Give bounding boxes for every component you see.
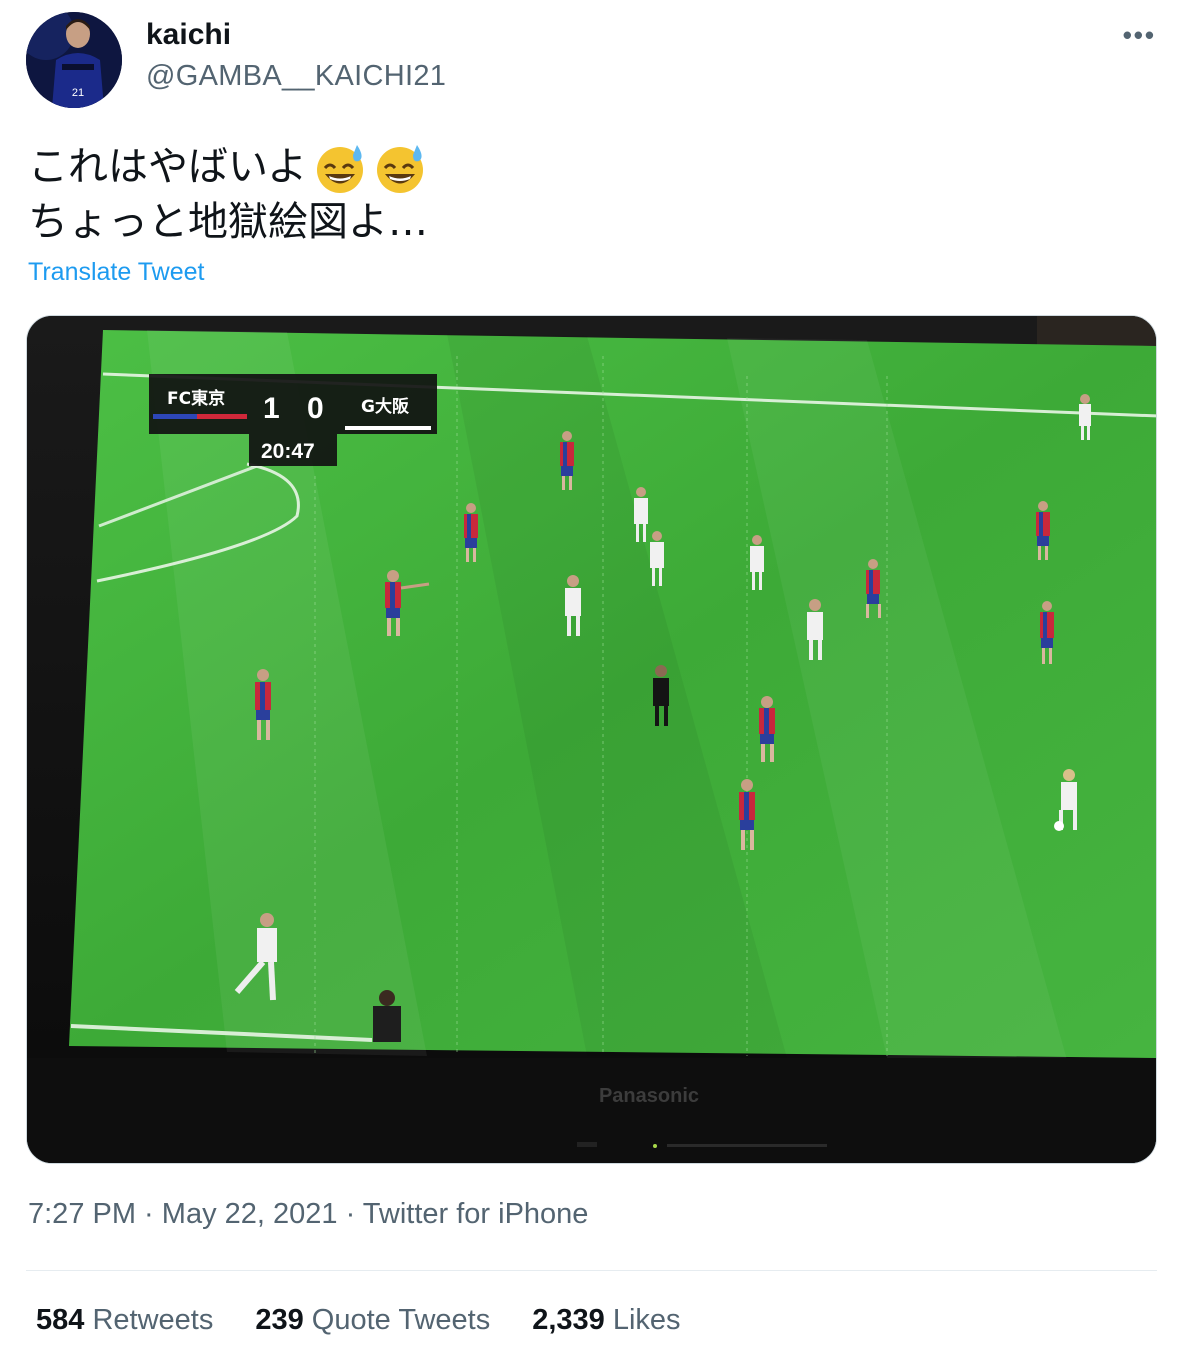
display-name[interactable]: kaichi [146,18,231,52]
tweet-line-2: ちょっと地獄絵図よ… [28,195,428,250]
tweet-date[interactable]: May 22, 2021 [162,1198,338,1230]
user-handle[interactable]: @GAMBA__KAICHI21 [146,60,446,93]
tv-photo: FC東京 1 0 G大阪 20:47 Panasonic [27,316,1156,1163]
avatar-image: 21 [26,12,122,108]
tweet-line-1-text: これはやばいよ [28,144,308,190]
retweets-stat[interactable]: 584 Retweets [36,1304,213,1337]
quote-tweets-stat[interactable]: 239 Quote Tweets [255,1304,490,1337]
svg-text:21: 21 [72,87,84,99]
tweet-line-2-text: ちょっと地獄絵図よ… [28,199,428,245]
tweet-photo[interactable]: FC東京 1 0 G大阪 20:47 Panasonic [26,315,1157,1164]
meta-separator: · [337,1198,363,1230]
sweat-smile-icon [377,144,424,193]
meta-separator: · [136,1198,162,1230]
tweet-source[interactable]: Twitter for iPhone [363,1198,589,1230]
tweet-meta: 7:27 PM · May 22, 2021 · Twitter for iPh… [28,1198,588,1231]
svg-text:20:47: 20:47 [261,440,315,463]
svg-text:1: 1 [263,392,280,425]
tweet-time[interactable]: 7:27 PM [28,1198,136,1230]
svg-text:0: 0 [307,392,324,425]
avatar[interactable]: 21 [26,12,122,108]
sweat-smile-icon [317,144,364,193]
likes-label: Likes [612,1304,681,1336]
quote-tweets-count: 239 [255,1304,304,1336]
retweets-label: Retweets [92,1304,214,1336]
tv-brand: Panasonic [599,1085,699,1107]
tweet-line-1: これはやばいよ [28,140,428,195]
svg-text:FC東京: FC東京 [167,388,225,409]
divider [26,1270,1157,1271]
likes-stat[interactable]: 2,339 Likes [532,1304,680,1337]
svg-text:G大阪: G大阪 [361,396,409,417]
retweets-count: 584 [36,1304,85,1336]
translate-tweet-link[interactable]: Translate Tweet [28,258,204,287]
likes-count: 2,339 [532,1304,605,1336]
engagement-stats: 584 Retweets 239 Quote Tweets 2,339 Like… [36,1304,681,1337]
more-options-button[interactable]: ••• [1123,20,1156,51]
quote-tweets-label: Quote Tweets [311,1304,491,1336]
tweet-text: これはやばいよ ちょっと地獄絵図よ… [28,140,428,250]
